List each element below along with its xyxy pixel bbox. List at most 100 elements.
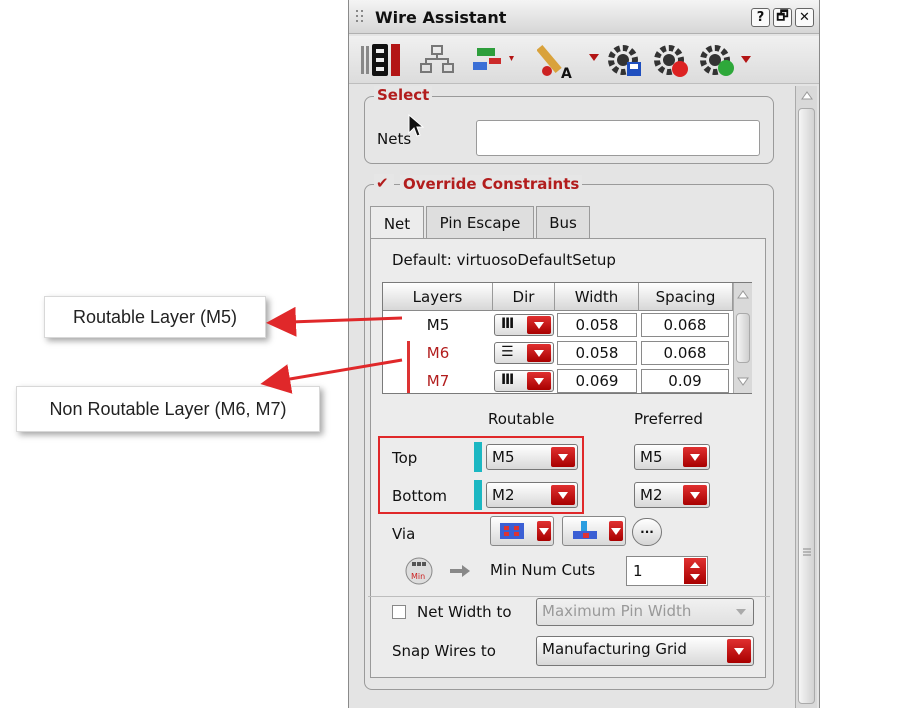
- via-variant-select[interactable]: [562, 516, 626, 546]
- table-scroll-down-icon[interactable]: [737, 377, 749, 387]
- help-button[interactable]: ?: [751, 8, 770, 27]
- top-preferred-value: M5: [640, 448, 663, 466]
- bottom-layer-color-swatch: [474, 480, 482, 510]
- arrow-right-icon: [450, 565, 470, 577]
- override-checkbox[interactable]: ✔: [376, 174, 389, 192]
- svg-text:A: A: [561, 66, 572, 80]
- spacing-cell[interactable]: 0.068: [641, 313, 729, 337]
- panel-scrollbar[interactable]: [795, 86, 817, 708]
- dir-dropdown-arrow-icon[interactable]: [527, 372, 551, 390]
- min-cuts-icon-text: Min: [411, 572, 425, 581]
- via-def-select[interactable]: [490, 516, 554, 546]
- vertical-dir-icon: Ⅲ: [501, 372, 515, 388]
- col-header-layers[interactable]: Layers: [383, 283, 493, 311]
- chevron-down-icon[interactable]: [551, 447, 575, 467]
- chevron-down-icon[interactable]: [683, 485, 707, 505]
- chevron-down-icon[interactable]: [537, 521, 551, 541]
- net-width-value: Maximum Pin Width: [542, 602, 692, 620]
- layers-table: Layers Dir Width Spacing M5 Ⅲ 0.058 0.06…: [382, 282, 752, 394]
- gear-save-icon[interactable]: [605, 40, 645, 80]
- table-scroll-up-icon[interactable]: [737, 289, 749, 299]
- width-cell[interactable]: 0.058: [557, 341, 637, 365]
- spacing-cell[interactable]: 0.068: [641, 341, 729, 365]
- layer-cell: M7: [426, 372, 450, 390]
- width-cell[interactable]: 0.058: [557, 313, 637, 337]
- ruler-annotate-icon[interactable]: A: [537, 40, 605, 80]
- bottom-routable-select[interactable]: M2: [486, 482, 578, 508]
- tab-bus[interactable]: Bus: [536, 206, 590, 238]
- layer-panel-icon[interactable]: [359, 40, 407, 80]
- net-width-select[interactable]: Maximum Pin Width: [536, 598, 754, 626]
- non-routable-marker: [407, 341, 410, 393]
- override-constraints-title[interactable]: Override Constraints: [400, 175, 583, 193]
- min-num-cuts-label: Min Num Cuts: [490, 561, 596, 579]
- top-label: Top: [392, 449, 418, 467]
- top-preferred-select[interactable]: M5: [634, 444, 710, 470]
- spacing-cell[interactable]: 0.09: [641, 369, 729, 393]
- via-stack-icon: [500, 523, 524, 539]
- table-scrollbar[interactable]: [733, 283, 752, 393]
- nets-input[interactable]: [476, 120, 760, 156]
- table-scroll-thumb[interactable]: [736, 313, 750, 363]
- top-layer-color-swatch: [474, 442, 482, 472]
- dir-select[interactable]: Ⅲ: [494, 314, 554, 336]
- net-width-checkbox[interactable]: [392, 605, 406, 619]
- scroll-grip-icon: [803, 548, 811, 556]
- panel-scroll-thumb[interactable]: [798, 108, 815, 704]
- routable-layer-callout: Routable Layer (M5): [44, 296, 266, 338]
- via-more-button[interactable]: ···: [632, 518, 662, 546]
- close-button[interactable]: ✕: [795, 8, 814, 27]
- table-row[interactable]: M7 Ⅲ 0.069 0.09: [383, 367, 733, 395]
- routable-header: Routable: [488, 410, 555, 428]
- scroll-up-arrow-icon[interactable]: [801, 90, 813, 100]
- snap-wires-value: Manufacturing Grid: [542, 640, 687, 658]
- table-row[interactable]: M5 Ⅲ 0.058 0.068: [383, 311, 733, 339]
- default-setup-label: Default: virtuosoDefaultSetup: [392, 251, 616, 269]
- net-connect-icon[interactable]: [469, 40, 519, 80]
- nets-label: Nets: [377, 130, 412, 148]
- float-button[interactable]: 🗗: [773, 8, 792, 27]
- min-num-cuts-value: 1: [633, 562, 643, 580]
- min-cuts-icon[interactable]: Min: [404, 556, 434, 586]
- top-routable-value: M5: [492, 448, 515, 466]
- divider: [368, 596, 770, 597]
- grip-icon[interactable]: [355, 9, 367, 25]
- non-routable-layer-callout-text: Non Routable Layer (M6, M7): [49, 398, 287, 419]
- horizontal-dir-icon: ☰: [501, 344, 514, 360]
- select-group-title: Select: [374, 86, 433, 104]
- chevron-down-icon[interactable]: [551, 485, 575, 505]
- chevron-down-icon[interactable]: [727, 639, 751, 663]
- via-label: Via: [392, 525, 416, 543]
- hierarchy-icon[interactable]: [417, 40, 457, 80]
- routable-layer-callout-text: Routable Layer (M5): [72, 306, 238, 327]
- top-routable-select[interactable]: M5: [486, 444, 578, 470]
- width-cell[interactable]: 0.069: [557, 369, 637, 393]
- chevron-down-icon[interactable]: [609, 521, 623, 541]
- chevron-down-icon[interactable]: [735, 607, 747, 617]
- col-header-width[interactable]: Width: [555, 283, 639, 311]
- tab-net[interactable]: Net: [370, 206, 424, 240]
- chevron-down-icon[interactable]: [683, 447, 707, 467]
- vertical-dir-icon: Ⅲ: [501, 316, 515, 332]
- gear-refresh-icon[interactable]: [697, 40, 759, 80]
- tab-pin-escape[interactable]: Pin Escape: [426, 206, 534, 238]
- via-variant-icon: [573, 521, 597, 539]
- snap-wires-select[interactable]: Manufacturing Grid: [536, 636, 754, 666]
- dir-select[interactable]: ☰: [494, 342, 554, 364]
- dir-select[interactable]: Ⅲ: [494, 370, 554, 392]
- min-num-cuts-spinner[interactable]: 1: [626, 556, 708, 586]
- table-row[interactable]: M6 ☰ 0.058 0.068: [383, 339, 733, 367]
- mouse-cursor-icon: [408, 114, 424, 137]
- net-width-label: Net Width to: [417, 603, 512, 621]
- dir-dropdown-arrow-icon[interactable]: [527, 344, 551, 362]
- col-header-dir[interactable]: Dir: [493, 283, 555, 311]
- layer-cell: M5: [426, 316, 450, 334]
- dir-dropdown-arrow-icon[interactable]: [527, 316, 551, 334]
- spinner-arrows-icon[interactable]: [684, 558, 706, 584]
- bottom-preferred-value: M2: [640, 486, 663, 504]
- bottom-preferred-select[interactable]: M2: [634, 482, 710, 508]
- col-header-spacing[interactable]: Spacing: [639, 283, 733, 311]
- bottom-routable-value: M2: [492, 486, 515, 504]
- title-bar: Wire Assistant ? 🗗 ✕: [349, 0, 819, 34]
- gear-delete-icon[interactable]: [651, 40, 691, 80]
